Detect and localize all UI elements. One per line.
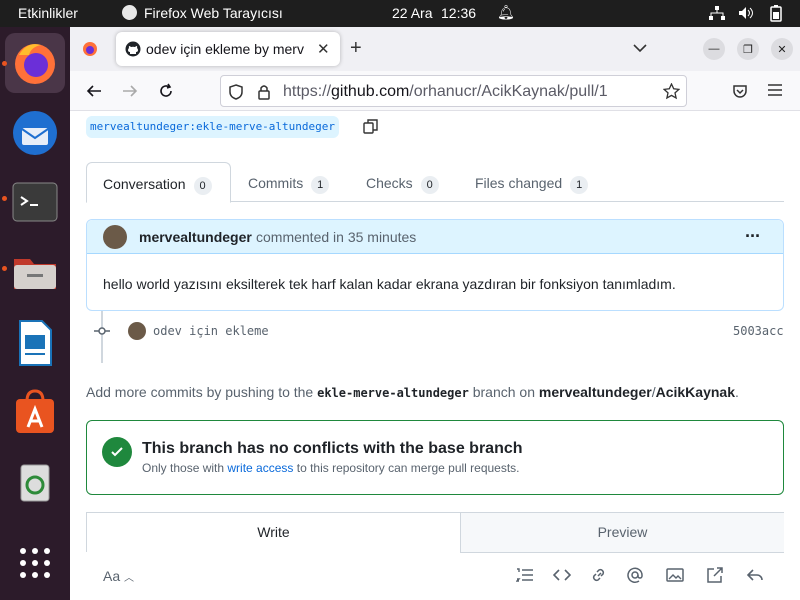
pocket-icon[interactable] bbox=[732, 83, 748, 99]
firefox-view-icon[interactable] bbox=[82, 41, 98, 57]
repo-name-link[interactable]: AcikKaynak bbox=[656, 384, 735, 400]
copy-icon[interactable] bbox=[363, 119, 378, 134]
github-icon bbox=[125, 41, 141, 57]
activities-button[interactable]: Etkinlikler bbox=[18, 5, 78, 21]
url-bar[interactable]: https://github.com/orhanucr/AcikKaynak/p… bbox=[220, 75, 687, 107]
firefox-window: odev için ekleme by merv ✕ + — ❐ ✕ https… bbox=[70, 27, 800, 600]
pr-tabs: Conversation 0 Commits 1 Checks 0 Files cha… bbox=[86, 162, 784, 203]
comment-box: mervealtundeger commented in 35 minutes … bbox=[86, 219, 784, 311]
system-top-bar: Etkinlikler Firefox Web Tarayıcısı 22 Ar… bbox=[0, 0, 800, 27]
running-indicator bbox=[2, 266, 7, 271]
tab-commits[interactable]: Commits 1 bbox=[248, 162, 330, 202]
commit-item: odev için ekleme 5003acc bbox=[86, 319, 784, 343]
running-indicator bbox=[2, 61, 7, 66]
trash-icon bbox=[20, 464, 50, 502]
back-icon[interactable] bbox=[86, 83, 102, 99]
shield-icon[interactable] bbox=[229, 84, 243, 100]
dock-thunderbird[interactable] bbox=[5, 103, 65, 163]
maximize-button[interactable]: ❐ bbox=[737, 38, 759, 60]
forward-icon[interactable] bbox=[122, 83, 138, 99]
hamburger-menu-icon[interactable] bbox=[768, 84, 782, 96]
counter: 1 bbox=[311, 176, 330, 194]
reply-icon[interactable] bbox=[746, 566, 764, 584]
tab-files-changed[interactable]: Files changed 1 bbox=[475, 162, 589, 202]
dock-trash[interactable] bbox=[5, 453, 65, 513]
tab-bar: odev için ekleme by merv ✕ + — ❐ ✕ bbox=[70, 27, 800, 71]
image-icon[interactable] bbox=[666, 566, 684, 584]
firefox-app-icon bbox=[122, 5, 137, 20]
dock-firefox[interactable] bbox=[5, 33, 65, 93]
url-text: https://github.com/orhanucr/AcikKaynak/p… bbox=[283, 83, 608, 100]
new-tab-button[interactable]: + bbox=[350, 37, 362, 60]
lock-icon[interactable] bbox=[257, 84, 271, 100]
network-icon[interactable] bbox=[709, 6, 725, 20]
commit-message[interactable]: odev için ekleme bbox=[153, 324, 269, 338]
check-circle-icon bbox=[102, 437, 132, 467]
chevron-up-icon: ︿ bbox=[124, 573, 135, 584]
dock bbox=[0, 27, 70, 600]
battery-icon[interactable] bbox=[768, 5, 784, 22]
counter: 0 bbox=[193, 177, 212, 195]
tab-title: odev için ekleme by merv bbox=[146, 41, 304, 57]
cross-reference-icon[interactable] bbox=[706, 566, 724, 584]
preview-tab[interactable]: Preview bbox=[460, 513, 784, 553]
dock-writer[interactable] bbox=[5, 313, 65, 373]
tab-checks[interactable]: Checks 0 bbox=[366, 162, 439, 202]
comment-author[interactable]: mervealtundeger bbox=[139, 229, 252, 245]
write-access-link[interactable]: write access bbox=[227, 461, 293, 475]
running-indicator bbox=[2, 196, 7, 201]
tab-conversation[interactable]: Conversation 0 bbox=[86, 162, 231, 203]
clock-time[interactable]: 12:36 bbox=[441, 5, 476, 21]
browser-tab[interactable]: odev için ekleme by merv ✕ bbox=[116, 32, 340, 66]
markdown-toolbar: Aa ︿ bbox=[86, 552, 784, 600]
terminal-icon bbox=[12, 182, 58, 222]
dock-terminal[interactable] bbox=[5, 173, 65, 233]
avatar[interactable] bbox=[103, 225, 127, 249]
git-commit-icon bbox=[94, 327, 110, 335]
folder-icon bbox=[14, 259, 56, 289]
write-tab[interactable]: Write bbox=[87, 513, 460, 553]
merge-status-title: This branch has no conflicts with the ba… bbox=[142, 440, 523, 457]
editor-tabs: Write Preview bbox=[86, 512, 784, 553]
add-commits-note: Add more commits by pushing to the ekle-… bbox=[86, 384, 739, 400]
list-all-tabs-icon[interactable] bbox=[633, 43, 647, 53]
close-window-button[interactable]: ✕ bbox=[771, 38, 793, 60]
volume-icon[interactable] bbox=[738, 6, 754, 20]
merge-status-subtitle: Only those with write access to this rep… bbox=[142, 461, 520, 475]
dock-files[interactable] bbox=[5, 243, 65, 303]
firefox-icon bbox=[15, 44, 55, 84]
commit-sha[interactable]: 5003acc bbox=[733, 324, 784, 338]
avatar[interactable] bbox=[128, 322, 146, 340]
dock-show-apps[interactable] bbox=[5, 533, 65, 593]
grid-icon bbox=[20, 548, 50, 578]
numbered-list-icon[interactable] bbox=[516, 566, 534, 584]
reload-icon[interactable] bbox=[158, 83, 174, 99]
mention-icon[interactable] bbox=[626, 566, 644, 584]
head-branch-label[interactable]: mervealtundeger:ekle-merve-altundeger bbox=[86, 116, 340, 138]
link-icon[interactable] bbox=[590, 566, 608, 584]
tab-close-icon[interactable]: ✕ bbox=[317, 40, 330, 58]
navigation-bar: https://github.com/orhanucr/AcikKaynak/p… bbox=[70, 71, 800, 111]
comment-header: mervealtundeger commented in 35 minutes … bbox=[87, 220, 783, 254]
counter: 0 bbox=[420, 176, 439, 194]
merge-status-box: This branch has no conflicts with the ba… bbox=[86, 420, 784, 495]
clock-date[interactable]: 22 Ara bbox=[392, 5, 432, 21]
text-style-button[interactable]: Aa ︿ bbox=[103, 568, 134, 584]
comment-body: hello world yazısını eksilterek tek harf… bbox=[103, 276, 676, 292]
code-icon[interactable] bbox=[553, 566, 571, 584]
minimize-button[interactable]: — bbox=[703, 38, 725, 60]
comment-meta[interactable]: commented in 35 minutes bbox=[256, 229, 416, 245]
app-menu[interactable]: Firefox Web Tarayıcısı bbox=[144, 5, 283, 21]
bookmark-star-icon[interactable] bbox=[663, 83, 680, 100]
thunderbird-icon bbox=[13, 111, 57, 155]
counter: 1 bbox=[570, 176, 589, 194]
github-pr-page: mervealtundeger:ekle-merve-altundeger Co… bbox=[70, 111, 800, 600]
comment-options-icon[interactable]: ··· bbox=[745, 226, 761, 247]
shopping-bag-icon bbox=[16, 389, 54, 433]
dock-app-center[interactable] bbox=[5, 383, 65, 443]
writer-icon bbox=[19, 320, 52, 366]
bell-icon[interactable]: 🔔︎ bbox=[497, 4, 515, 21]
branch-name: ekle-merve-altundeger bbox=[317, 386, 469, 400]
repo-owner-link[interactable]: mervealtundeger bbox=[539, 384, 652, 400]
